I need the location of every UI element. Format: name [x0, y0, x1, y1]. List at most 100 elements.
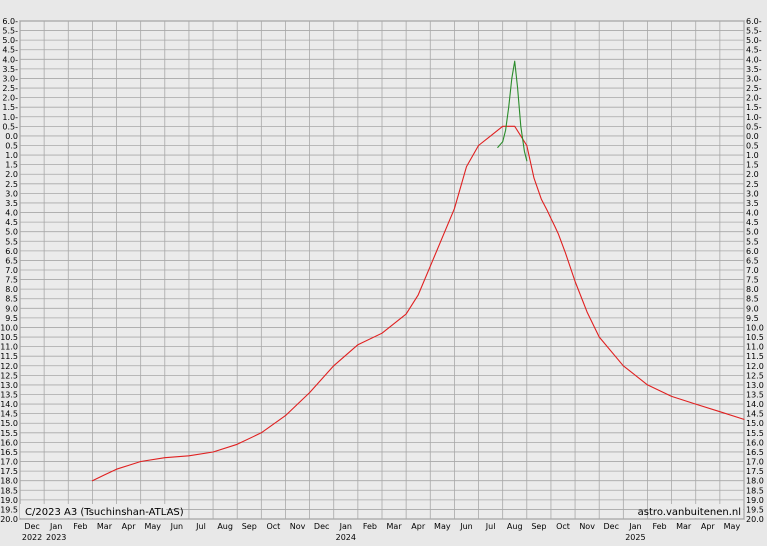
y-tick-label-left: 1.5- — [2, 103, 18, 112]
y-tick-label-right: 5.0 — [746, 228, 759, 237]
x-month-label: Sep — [531, 522, 546, 531]
y-tick-label-left: 9.5 — [5, 314, 18, 323]
x-month-label: Apr — [701, 522, 716, 531]
y-tick-label-right: 13.5 — [746, 391, 764, 400]
y-tick-label-right: 5.5 — [746, 237, 759, 246]
y-tick-label-left: 18.0 — [0, 477, 18, 486]
y-tick-label-right: 2.5 — [746, 180, 759, 189]
y-tick-label-right: 7.5 — [746, 276, 759, 285]
credit-text: astro.vanbuitenen.nl — [638, 507, 741, 518]
x-month-label: Nov — [579, 522, 595, 531]
y-tick-label-right: 3.5- — [746, 65, 762, 74]
y-tick-label-left: 10.5 — [0, 333, 18, 342]
y-tick-label-right: 3.0 — [746, 189, 759, 198]
y-tick-label-left: 6.0- — [2, 17, 18, 26]
y-tick-label-right: 15.0 — [746, 419, 764, 428]
y-tick-label-left: 13.0 — [0, 381, 18, 390]
x-month-label: Dec — [604, 522, 619, 531]
y-tick-label-left: 19.0 — [0, 496, 18, 505]
x-month-label: Jan — [628, 522, 641, 531]
x-month-label: Jun — [459, 522, 473, 531]
y-tick-label-right: 12.5 — [746, 371, 764, 380]
y-tick-label-left: 4.0- — [2, 55, 18, 64]
y-tick-label-right: 1.0- — [746, 113, 762, 122]
y-tick-label-left: 4.5- — [2, 46, 18, 55]
x-month-label: Jan — [49, 522, 62, 531]
x-month-label: Feb — [73, 522, 87, 531]
y-tick-label-right: 2.0- — [746, 94, 762, 103]
x-year-label: 2022 — [22, 533, 42, 542]
x-year-label: 2025 — [625, 533, 645, 542]
y-tick-label-left: 4.5 — [5, 218, 18, 227]
y-tick-label-right: 8.0 — [746, 285, 759, 294]
y-tick-label-right: 10.5 — [746, 333, 764, 342]
y-tick-label-left: 0.0 — [5, 132, 18, 141]
y-tick-label-right: 5.0- — [746, 36, 762, 45]
y-tick-label-left: 4.0 — [5, 209, 18, 218]
x-month-label: Mar — [387, 522, 403, 531]
y-tick-label-right: 17.0 — [746, 458, 764, 467]
x-month-label: Aug — [507, 522, 523, 531]
y-tick-label-right: 1.0 — [746, 151, 759, 160]
y-tick-label-right: 4.0- — [746, 55, 762, 64]
y-tick-label-right: 6.0 — [746, 247, 759, 256]
y-tick-label-left: 15.0 — [0, 419, 18, 428]
y-tick-label-right: 14.5 — [746, 410, 764, 419]
y-tick-label-left: 2.0 — [5, 170, 18, 179]
y-tick-label-right: 18.5 — [746, 486, 764, 495]
x-month-label: Jan — [339, 522, 352, 531]
y-tick-label-left: 5.0 — [5, 228, 18, 237]
y-tick-label-right: 17.5 — [746, 467, 764, 476]
y-tick-label-left: 3.0 — [5, 189, 18, 198]
x-month-label: May — [724, 522, 741, 531]
y-tick-label-right: 4.0 — [746, 209, 759, 218]
y-tick-label-left: 3.5- — [2, 65, 18, 74]
y-tick-label-right: 5.5- — [746, 27, 762, 36]
y-tick-label-left: 14.5 — [0, 410, 18, 419]
y-tick-label-right: 15.5 — [746, 429, 764, 438]
y-tick-label-right: 12.0 — [746, 362, 764, 371]
y-tick-label-left: 7.5 — [5, 276, 18, 285]
y-tick-label-left: 9.0 — [5, 304, 18, 313]
y-tick-label-right: 19.5 — [746, 505, 764, 514]
y-tick-label-left: 1.0- — [2, 113, 18, 122]
chart: 6.0- 6.0- 5.5- 5.5- 5.0- 5.0- 4.5- 4.5- 4.0- 4.0-… — [0, 0, 767, 542]
y-tick-label-left: 11.5 — [0, 352, 18, 361]
x-month-label: Feb — [363, 522, 377, 531]
magnitude-chart-svg: 6.0- 6.0-5.5- 5.5-5.0- 5.0-4.5- 4.5-4.0- 4.0-… — [0, 0, 767, 542]
y-tick-label-left: 0.5 — [5, 142, 18, 151]
x-month-label: Mar — [97, 522, 113, 531]
y-tick-label-left: 3.0- — [2, 74, 18, 83]
y-tick-label-right: 9.0 — [746, 304, 759, 313]
y-tick-label-left: 0.5- — [2, 122, 18, 131]
y-tick-label-left: 15.5 — [0, 429, 18, 438]
x-month-label: Jul — [485, 522, 496, 531]
y-tick-label-right: 0.5- — [746, 122, 762, 131]
x-month-label: Feb — [652, 522, 666, 531]
y-tick-label-left: 16.5 — [0, 448, 18, 457]
y-tick-label-left: 5.5- — [2, 27, 18, 36]
x-month-label: Jul — [195, 522, 206, 531]
y-tick-label-right: 1.5- — [746, 103, 762, 112]
y-tick-label-right: 9.5 — [746, 314, 759, 323]
x-month-label: Dec — [24, 522, 39, 531]
y-tick-label-right: 2.0 — [746, 170, 759, 179]
y-tick-label-left: 5.0- — [2, 36, 18, 45]
x-month-label: Dec — [314, 522, 329, 531]
x-year-label: 2023 — [46, 533, 66, 542]
y-tick-label-right: 2.5- — [746, 84, 762, 93]
x-month-label: Mar — [676, 522, 692, 531]
y-tick-label-left: 12.0 — [0, 362, 18, 371]
y-tick-label-left: 11.0 — [0, 343, 18, 352]
x-month-label: May — [144, 522, 161, 531]
y-tick-label-right: 0.0 — [746, 132, 759, 141]
y-tick-label-right: 4.5 — [746, 218, 759, 227]
y-tick-label-left: 17.0 — [0, 458, 18, 467]
y-tick-label-right: 11.0 — [746, 343, 764, 352]
y-tick-label-left: 20.0 — [0, 515, 18, 524]
y-tick-label-left: 18.5 — [0, 486, 18, 495]
x-month-label: Nov — [290, 522, 306, 531]
y-tick-label-right: 19.0 — [746, 496, 764, 505]
y-tick-label-left: 6.5 — [5, 256, 18, 265]
y-tick-label-left: 1.5 — [5, 161, 18, 170]
